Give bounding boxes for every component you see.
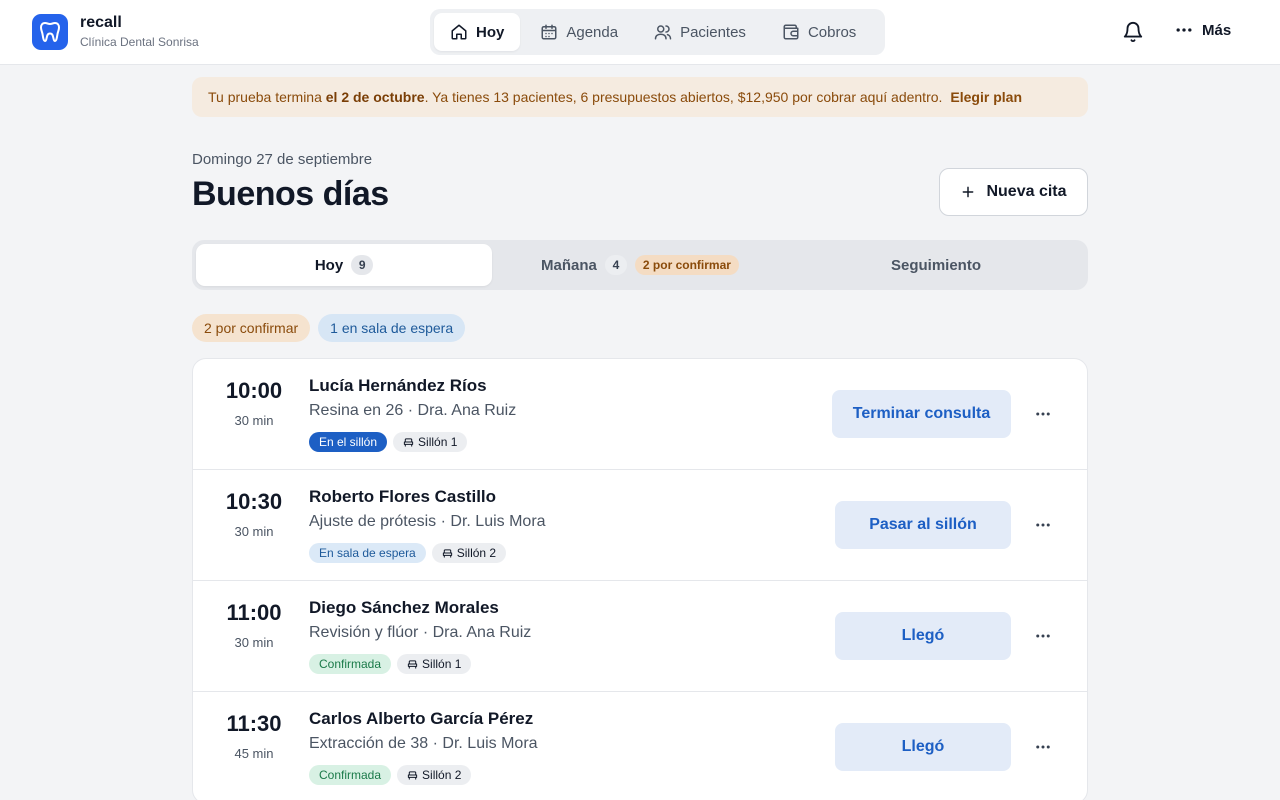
chair-label: Sillón 2 <box>456 546 497 560</box>
nav-label: Pacientes <box>680 23 746 41</box>
count-badge: 9 <box>351 255 374 275</box>
nav-item-agenda[interactable]: Agenda <box>524 13 634 51</box>
filter-chips: 2 por confirmar 1 en sala de espera <box>192 314 466 342</box>
appointment-action-button[interactable]: Pasar al sillón <box>835 501 1011 549</box>
nav-item-hoy[interactable]: Hoy <box>434 13 521 51</box>
nav-label: Agenda <box>566 23 619 41</box>
trial-banner: Tu prueba termina el 2 de octubre . Ya t… <box>192 77 1088 117</box>
more-options-icon[interactable] <box>1033 625 1053 647</box>
treatment-detail: Ajuste de prótesis · Dr. Luis Mora <box>309 513 546 530</box>
treatment-detail: Revisión y flúor · Dra. Ana Ruiz <box>309 624 532 641</box>
banner-date: el 2 de octubre <box>325 89 425 105</box>
users-icon <box>654 25 672 40</box>
chair-icon <box>403 437 414 447</box>
treatment-detail: Resina en 26 · Dra. Ana Ruiz <box>309 402 517 419</box>
banner-prefix: Tu prueba termina <box>208 89 326 105</box>
appointment-row[interactable]: 10:30 30 min Roberto Flores Castillo Aju… <box>193 470 1087 581</box>
appointment-tags: Confirmada Sillón 1 <box>309 654 472 674</box>
nav-label: Hoy <box>476 23 505 41</box>
choose-plan-link[interactable]: Elegir plan <box>950 89 1022 105</box>
appointment-time: 11:30 <box>226 711 282 736</box>
tab-manana[interactable]: Mañana 4 2 por confirmar <box>492 244 788 286</box>
date-label: Domingo 27 de septiembre <box>192 151 373 168</box>
status-badge: En el sillón <box>309 432 388 452</box>
page-title: Buenos días <box>192 175 389 213</box>
appointment-tags: En el sillón Sillón 1 <box>309 432 468 452</box>
appointment-list: 10:00 30 min Lucía Hernández Ríos Resina… <box>192 358 1088 800</box>
count-badge: 4 <box>604 255 627 275</box>
appointment-time: 10:00 <box>225 378 283 403</box>
tab-label: Mañana <box>541 256 597 274</box>
more-options-icon[interactable] <box>1033 736 1053 758</box>
tooth-icon <box>32 14 68 50</box>
chair-icon <box>407 770 418 780</box>
appointment-duration: 30 min <box>234 524 274 539</box>
status-badge: En sala de espera <box>309 543 426 563</box>
top-bar: recall Clínica Dental Sonrisa Hoy Agenda… <box>0 0 1280 65</box>
day-tabs: Hoy 9 Mañana 4 2 por confirmar Seguimien… <box>192 240 1088 290</box>
appointment-time: 11:00 <box>226 600 282 625</box>
status-badge: Confirmada <box>309 654 392 674</box>
chip-waiting-room[interactable]: 1 en sala de espera <box>318 314 466 342</box>
tab-label: Seguimiento <box>890 256 981 274</box>
patient-name[interactable]: Lucía Hernández Ríos <box>309 376 487 396</box>
status-badge: Confirmada <box>309 765 392 785</box>
chip-pending-confirm[interactable]: 2 por confirmar <box>192 314 311 342</box>
plus-icon <box>963 186 974 198</box>
chair-icon <box>442 548 452 558</box>
pending-confirm-badge: 2 por confirmar <box>634 255 739 275</box>
nav-item-pacientes[interactable]: Pacientes <box>638 13 762 51</box>
calendar-icon <box>541 24 557 40</box>
chair-badge: Sillón 1 <box>397 654 472 674</box>
ellipsis-icon <box>1176 28 1192 32</box>
more-options-icon[interactable] <box>1033 403 1053 425</box>
appointment-action-button[interactable]: Terminar consulta <box>832 390 1011 438</box>
appointment-action-button[interactable]: Llegó <box>835 612 1011 660</box>
nav-label: Cobros <box>807 23 857 41</box>
home-icon <box>451 24 467 40</box>
nav-item-cobros[interactable]: Cobros <box>766 13 872 51</box>
chair-label: Sillón 1 <box>418 435 458 449</box>
appointment-duration: 30 min <box>234 413 274 428</box>
patient-name[interactable]: Roberto Flores Castillo <box>309 487 496 507</box>
appointment-action-button[interactable]: Llegó <box>835 723 1011 771</box>
appointment-row[interactable]: 11:00 30 min Diego Sánchez Morales Revis… <box>193 581 1087 692</box>
more-label: Más <box>1202 21 1232 39</box>
appointment-tags: En sala de espera Sillón 2 <box>309 543 507 563</box>
new-appointment-button[interactable]: Nueva cita <box>939 168 1088 216</box>
patient-name[interactable]: Diego Sánchez Morales <box>309 598 499 618</box>
wallet-icon <box>783 24 799 40</box>
appointment-duration: 30 min <box>234 635 274 650</box>
tab-label: Hoy <box>314 256 344 274</box>
chair-label: Sillón 1 <box>422 657 462 671</box>
chair-badge: Sillón 1 <box>393 432 468 452</box>
clinic-name: Clínica Dental Sonrisa <box>80 35 199 49</box>
chair-icon <box>407 659 418 669</box>
appointment-row[interactable]: 11:30 45 min Carlos Alberto García Pérez… <box>193 692 1087 800</box>
more-menu-button[interactable]: Más <box>1174 20 1231 40</box>
treatment-detail: Extracción de 38 · Dr. Luis Mora <box>309 735 538 752</box>
chair-label: Sillón 2 <box>422 768 462 782</box>
main-nav: Hoy Agenda Pacientes Cobros <box>430 9 885 55</box>
brand[interactable]: recall Clínica Dental Sonrisa <box>32 14 199 50</box>
bell-icon[interactable] <box>1122 21 1144 43</box>
appointment-row[interactable]: 10:00 30 min Lucía Hernández Ríos Resina… <box>193 359 1087 470</box>
more-options-icon[interactable] <box>1033 514 1053 536</box>
banner-suffix: . Ya tienes 13 pacientes, 6 presupuestos… <box>424 89 943 105</box>
patient-name[interactable]: Carlos Alberto García Pérez <box>309 709 533 729</box>
new-appointment-label: Nueva cita <box>986 183 1067 200</box>
chair-badge: Sillón 2 <box>431 543 507 563</box>
chair-badge: Sillón 2 <box>397 765 472 785</box>
tab-seguimiento[interactable]: Seguimiento <box>788 244 1084 286</box>
appointment-time: 10:30 <box>225 489 283 514</box>
appointment-duration: 45 min <box>234 746 274 761</box>
tab-hoy[interactable]: Hoy 9 <box>196 244 492 286</box>
brand-name: recall <box>80 14 122 31</box>
appointment-tags: Confirmada Sillón 2 <box>309 765 472 785</box>
